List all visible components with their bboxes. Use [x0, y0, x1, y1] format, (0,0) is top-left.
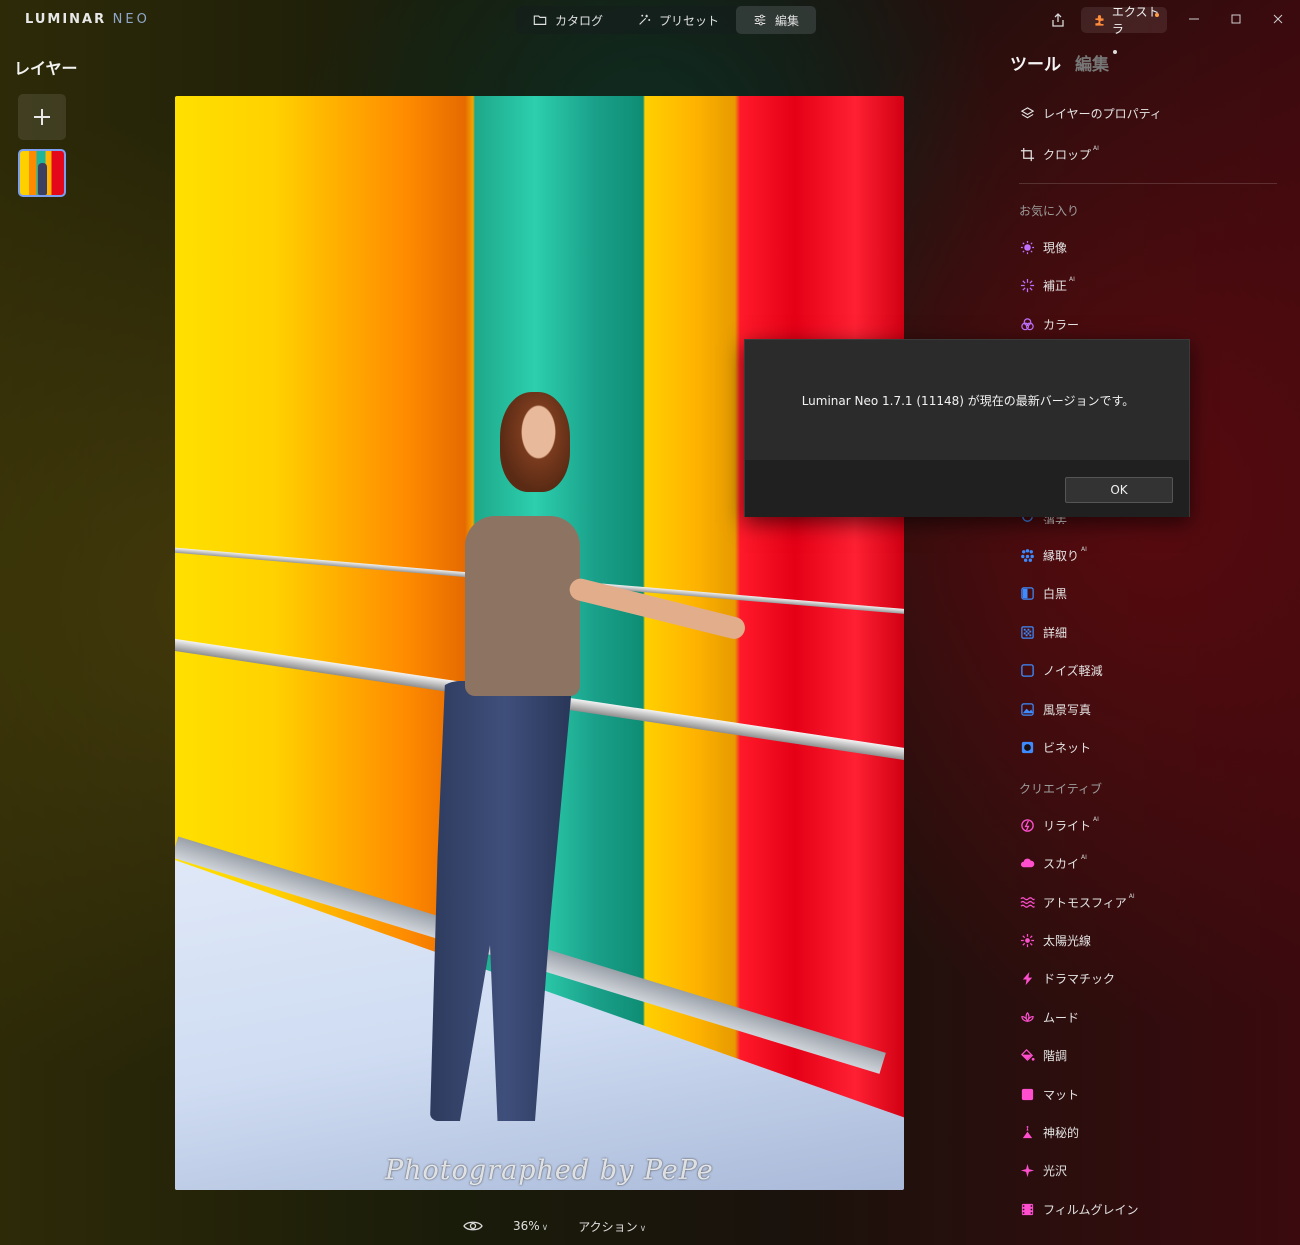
enhance-icon	[1019, 277, 1035, 293]
tool-develop[interactable]: 現像	[1019, 237, 1067, 257]
tool-film-grain[interactable]: フィルムグレイン	[1019, 1199, 1139, 1219]
dialog-footer: OK	[745, 460, 1189, 517]
minimize-icon[interactable]	[1187, 12, 1201, 26]
top-bar: LUMINAR NEO カタログ プリセット 編集 エクストラ	[0, 0, 1300, 42]
waves-icon	[1019, 894, 1035, 910]
glow-icon	[1019, 1162, 1035, 1178]
tool-detail[interactable]: 詳細	[1019, 622, 1067, 642]
tool-toning[interactable]: 階調	[1019, 1045, 1067, 1065]
sparkle-icon	[639, 14, 651, 25]
ok-button[interactable]: OK	[1065, 477, 1173, 503]
share-icon[interactable]	[1050, 12, 1066, 28]
divider	[1019, 183, 1277, 184]
tool-noise[interactable]: ノイズ軽減	[1019, 660, 1103, 680]
tool-vignette[interactable]: ビネット	[1019, 737, 1091, 757]
layers-icon	[1019, 105, 1035, 121]
layer-thumbnail[interactable]	[18, 149, 66, 197]
square-icon	[1019, 1086, 1035, 1102]
mode-switcher: カタログ プリセット 編集	[516, 6, 817, 34]
tab-catalog[interactable]: カタログ	[516, 6, 620, 34]
relight-icon	[1019, 817, 1035, 833]
zoom-dropdown[interactable]: 36% ∨	[513, 1219, 548, 1233]
extras-button[interactable]: エクストラ	[1081, 5, 1167, 36]
section-favorites: お気に入り	[1019, 204, 1080, 218]
eye-icon[interactable]	[463, 1219, 483, 1233]
photo-watermark: Photographed by PePe	[385, 1155, 714, 1186]
tool-mood[interactable]: ムード	[1019, 1007, 1079, 1027]
tool-bw[interactable]: 白黒	[1019, 583, 1067, 603]
tool-sunrays[interactable]: 太陽光線	[1019, 930, 1091, 950]
tool-dramatic[interactable]: ドラマチック	[1019, 968, 1115, 988]
tab-edits[interactable]: 編集	[1075, 50, 1117, 75]
landscape-icon	[1019, 701, 1035, 717]
tool-mystical[interactable]: 神秘的	[1019, 1122, 1079, 1142]
add-layer-button[interactable]	[18, 94, 66, 140]
tool-matte[interactable]: マット	[1019, 1084, 1079, 1104]
plus-icon	[34, 109, 50, 125]
tool-edge[interactable]: 縁取り AI	[1019, 545, 1087, 565]
lotus-icon	[1019, 1009, 1035, 1025]
layers-title: レイヤー	[14, 59, 78, 78]
tool-enhance[interactable]: 補正 AI	[1019, 275, 1075, 295]
bw-icon	[1019, 585, 1035, 601]
color-icon	[1019, 316, 1035, 332]
puzzle-icon	[1095, 15, 1104, 26]
crop-icon	[1019, 146, 1035, 162]
maximize-icon[interactable]	[1229, 12, 1243, 26]
dots-icon	[1019, 547, 1035, 563]
tab-edit[interactable]: 編集	[736, 6, 817, 34]
tool-glow[interactable]: 光沢	[1019, 1160, 1067, 1180]
tool-atmosphere[interactable]: アトモスフィア AI	[1019, 892, 1135, 912]
dialog-message: Luminar Neo 1.7.1 (11148) が現在の最新バージョンです。	[801, 394, 1135, 408]
tool-color[interactable]: カラー	[1019, 314, 1079, 334]
tool-landscape[interactable]: 風景写真	[1019, 699, 1091, 719]
tab-tools[interactable]: ツール	[1010, 50, 1061, 75]
tab-presets[interactable]: プリセット	[620, 6, 736, 34]
chevron-down-icon: ∨	[639, 1223, 647, 1234]
mystic-icon	[1019, 1124, 1035, 1140]
version-dialog: Luminar Neo 1.7.1 (11148) が現在の最新バージョンです。…	[744, 339, 1190, 517]
sunrays-icon	[1019, 932, 1035, 948]
detail-icon	[1019, 624, 1035, 640]
panel-tabs: ツール 編集	[1010, 50, 1117, 75]
vignette-icon	[1019, 739, 1035, 755]
actions-dropdown[interactable]: アクション ∨	[578, 1218, 646, 1235]
folder-icon	[533, 15, 547, 25]
close-icon[interactable]	[1271, 12, 1285, 26]
noise-icon	[1019, 662, 1035, 678]
tool-crop[interactable]: クロップ AI	[1019, 144, 1099, 164]
app-logo: LUMINAR NEO	[25, 12, 150, 27]
tool-layer-properties[interactable]: レイヤーのプロパティ	[1019, 103, 1162, 123]
sun-icon	[1019, 239, 1035, 255]
bolt-icon	[1019, 970, 1035, 986]
photo-canvas[interactable]: Photographed by PePe	[175, 96, 904, 1190]
film-icon	[1019, 1201, 1035, 1217]
bucket-icon	[1019, 1047, 1035, 1063]
chevron-down-icon: ∨	[541, 1223, 549, 1233]
cloud-icon	[1019, 855, 1035, 871]
sliders-icon	[754, 14, 766, 26]
tool-sky[interactable]: スカイ AI	[1019, 853, 1087, 873]
section-creative: クリエイティブ	[1019, 782, 1103, 796]
tool-relight[interactable]: リライト AI	[1019, 815, 1099, 835]
bottom-bar: 36% ∨ アクション ∨	[463, 1216, 646, 1236]
notification-dot	[1155, 13, 1159, 17]
